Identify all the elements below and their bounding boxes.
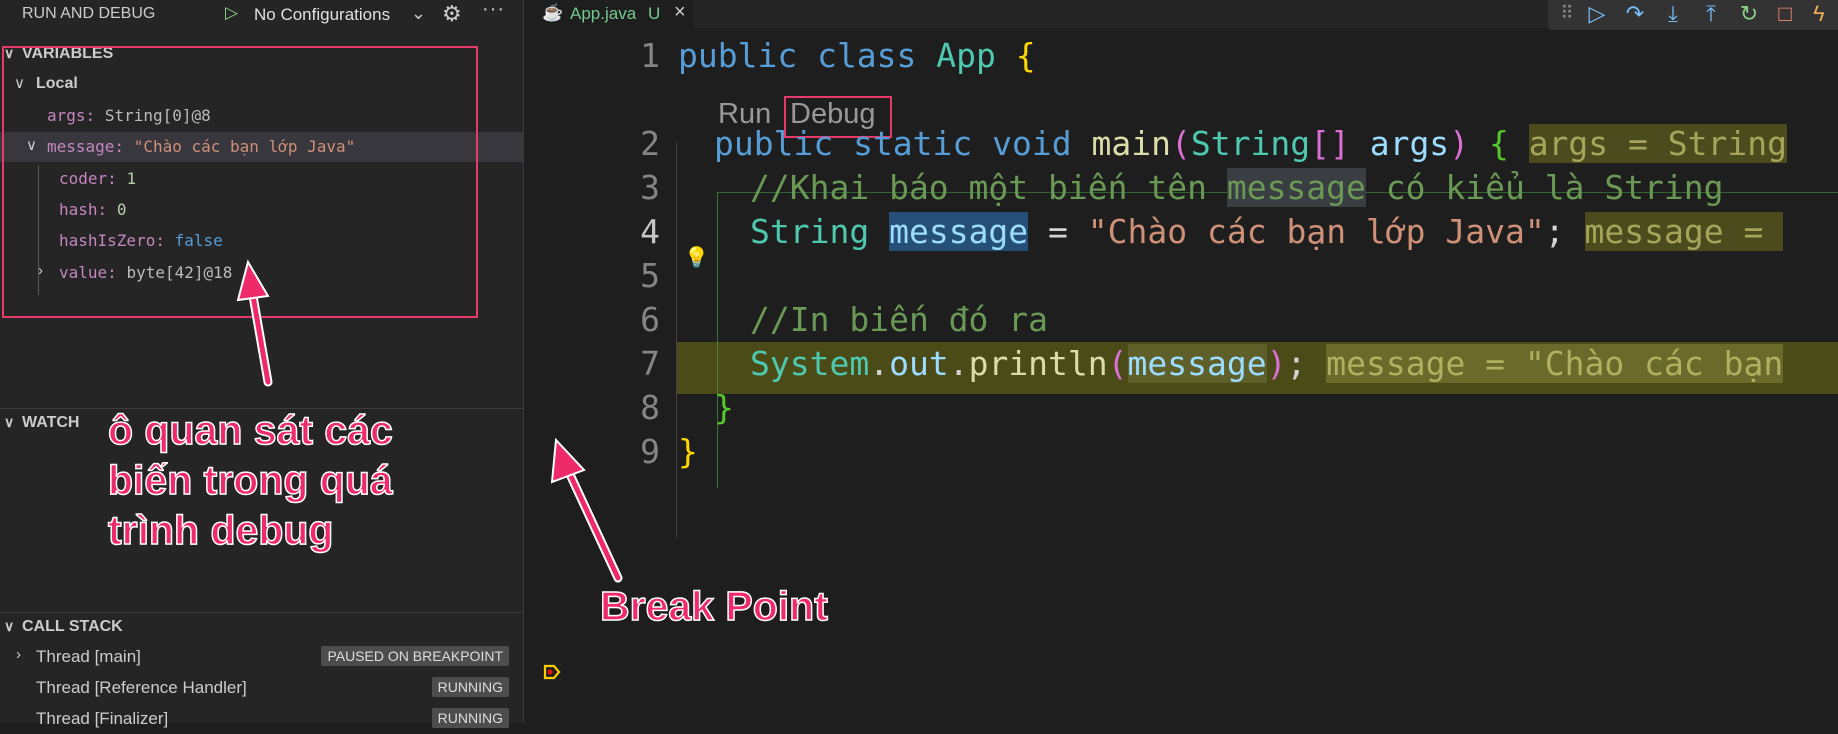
arrow-to-breakpoint	[550, 437, 623, 583]
annotation-arrows	[236, 259, 623, 583]
arrow-to-variables	[236, 259, 273, 387]
annotation-breakpoint-note: Break Point	[599, 582, 828, 630]
annotation-variables-note: ô quan sát các biến trong quá trình debu…	[107, 406, 393, 554]
